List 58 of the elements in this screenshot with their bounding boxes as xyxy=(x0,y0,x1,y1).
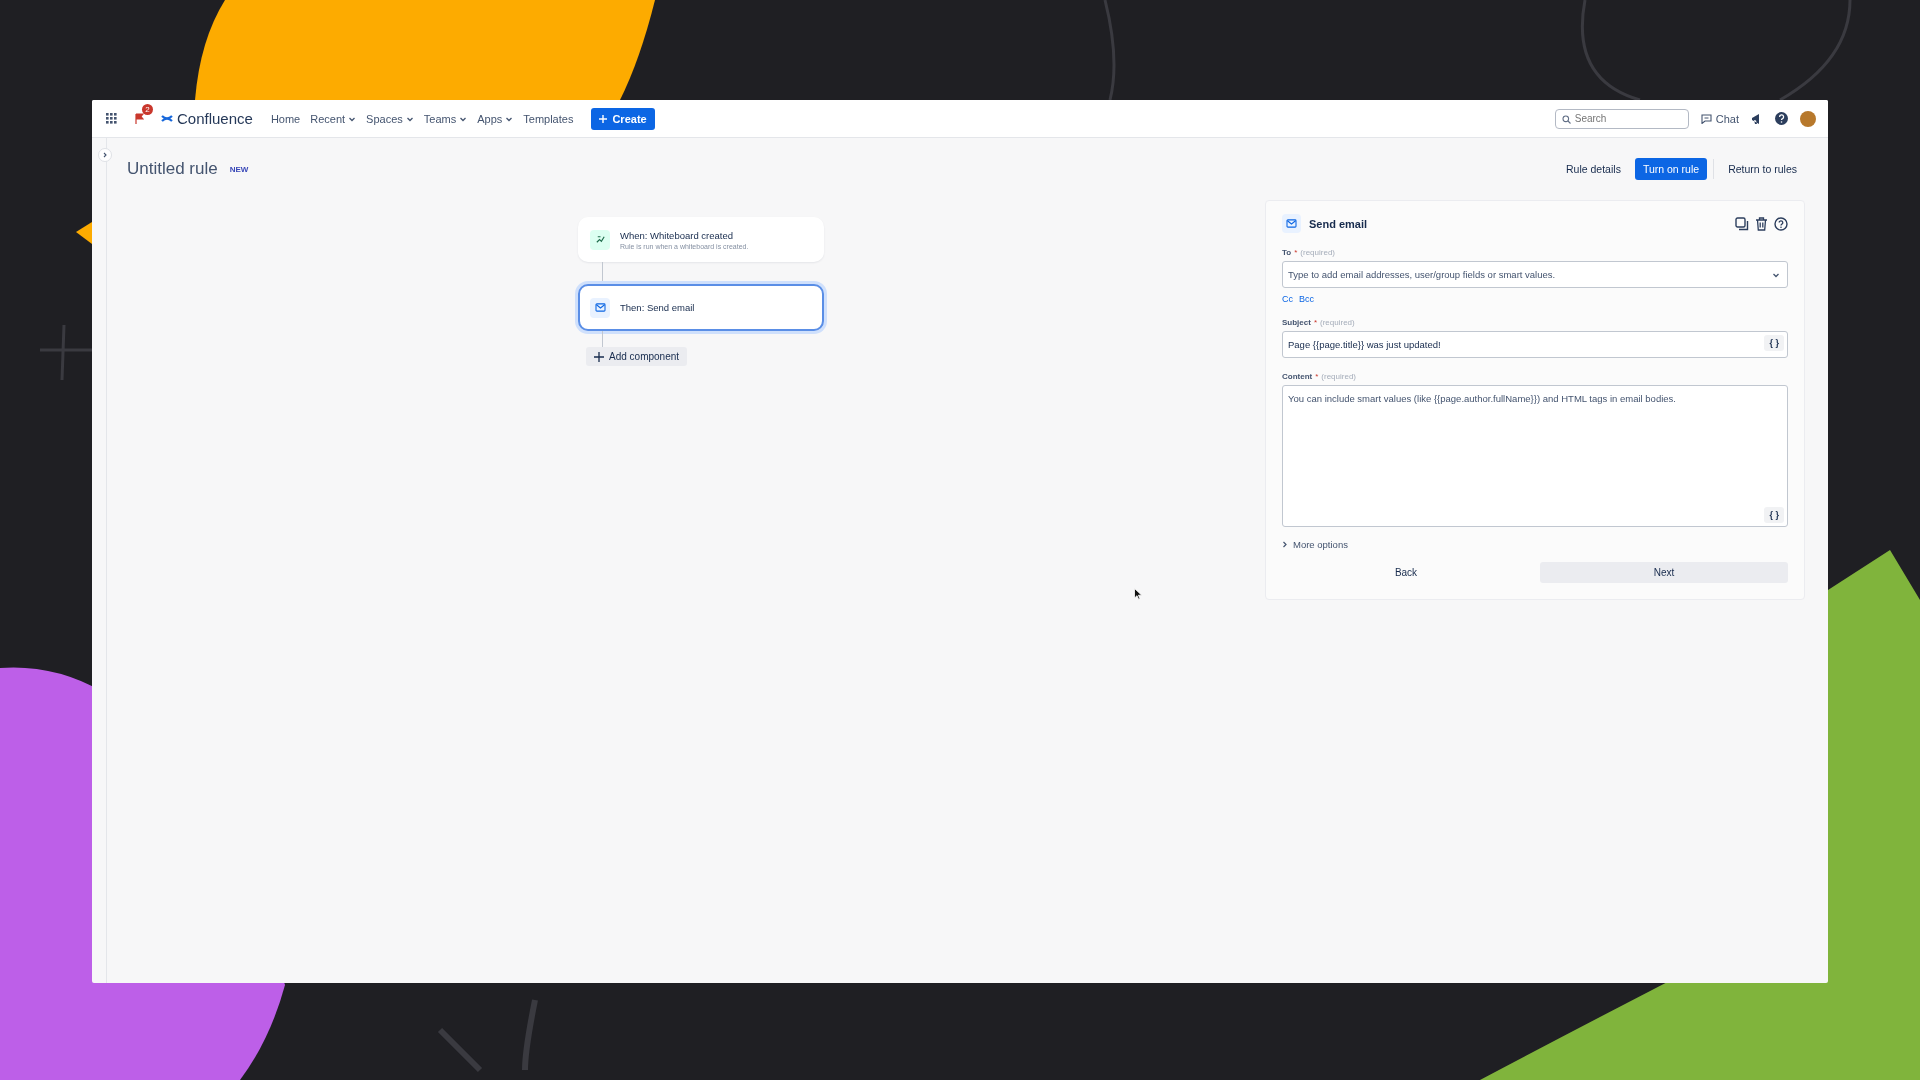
nav-menu-item[interactable]: Recent xyxy=(310,112,357,125)
component-title: When: Whiteboard created xyxy=(620,229,734,241)
search-icon xyxy=(1561,114,1571,124)
field-label: Content xyxy=(1282,372,1313,382)
trash-icon[interactable] xyxy=(1755,216,1768,231)
help-icon[interactable] xyxy=(1775,112,1788,125)
chat-button[interactable]: Chat xyxy=(1700,112,1739,125)
user-avatar[interactable] xyxy=(1800,110,1816,127)
page-title: Untitled rule xyxy=(127,159,218,179)
required-asterisk: * xyxy=(1313,318,1318,328)
panel-title: Send email xyxy=(1309,217,1368,230)
create-button[interactable]: Create xyxy=(591,107,655,130)
required-hint: (required) xyxy=(1320,318,1355,328)
smart-value-button[interactable]: { } xyxy=(1764,335,1784,352)
nav-menu-item[interactable]: Teams xyxy=(423,112,468,125)
chat-bubble-icon xyxy=(1700,113,1712,124)
add-component-button[interactable]: Add component xyxy=(586,347,688,366)
chevron-right-icon xyxy=(1282,541,1288,548)
component-title: Then: Send email xyxy=(620,302,695,313)
field-label: Subject xyxy=(1282,318,1311,328)
nav-menu-item[interactable]: Templates xyxy=(523,112,574,125)
field-label: To xyxy=(1282,248,1292,258)
recipients-dropdown[interactable]: Type to add email addresses, user/group fields or smart values. xyxy=(1282,261,1788,289)
plus-icon xyxy=(599,114,608,123)
help-icon[interactable] xyxy=(1774,216,1788,231)
app-grid-icon[interactable] xyxy=(106,113,117,124)
next-button[interactable]: Next xyxy=(1540,562,1788,583)
header-action-button[interactable]: Rule details xyxy=(1558,158,1629,180)
required-asterisk: * xyxy=(1315,372,1319,382)
smart-value-button[interactable]: { } xyxy=(1764,507,1784,523)
recipient-link[interactable]: Cc xyxy=(1282,294,1293,305)
chevron-down-icon xyxy=(1772,271,1780,280)
decorative-triangle xyxy=(76,222,92,244)
envelope-icon xyxy=(594,303,606,312)
status-lozenge: NEW xyxy=(229,164,249,174)
envelope-icon xyxy=(1286,219,1297,229)
required-hint: (required) xyxy=(1321,372,1357,382)
whiteboard-icon xyxy=(594,234,606,245)
nav-menu-item[interactable]: Spaces xyxy=(366,112,414,125)
required-asterisk: * xyxy=(1294,248,1298,258)
mouse-pointer-icon xyxy=(1134,588,1142,600)
rule-component-card[interactable]: Then: Send email xyxy=(578,284,824,331)
recipient-link[interactable]: Bcc xyxy=(1299,294,1314,305)
header-action-button[interactable]: Return to rules xyxy=(1720,158,1805,180)
duplicate-icon[interactable] xyxy=(1735,216,1749,231)
more-options-toggle[interactable]: More options xyxy=(1282,539,1348,550)
chevron-right-icon xyxy=(102,152,108,158)
nav-menu-item[interactable]: Home xyxy=(270,112,301,125)
notification-count: 2 xyxy=(142,103,153,115)
product-name[interactable]: Confluence xyxy=(177,110,253,127)
turn-on-rule-button[interactable]: Turn on rule xyxy=(1634,158,1708,180)
search-field[interactable]: Search xyxy=(1554,108,1689,129)
flag-icon[interactable] xyxy=(134,113,144,124)
back-button[interactable]: Back xyxy=(1282,562,1530,583)
plus-icon xyxy=(594,351,604,362)
nav-menu-item[interactable]: Apps xyxy=(477,112,514,125)
confluence-logo-icon xyxy=(161,113,173,124)
required-hint: (required) xyxy=(1300,248,1335,258)
